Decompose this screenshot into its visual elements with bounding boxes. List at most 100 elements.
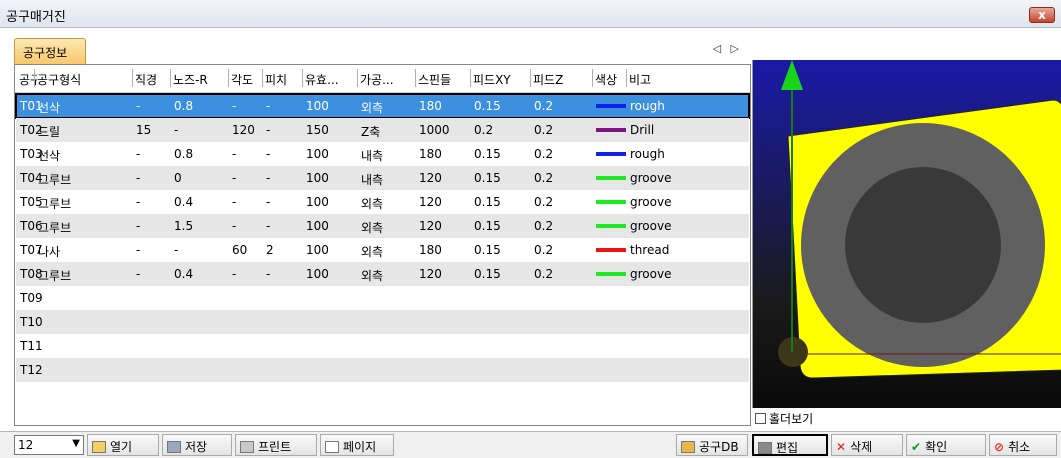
cancel-button[interactable]: ⊘ 취소 xyxy=(989,434,1057,456)
cell-diameter: - xyxy=(136,147,141,161)
cell-effective: 100 xyxy=(306,171,329,185)
header-col-angle[interactable]: 각도 xyxy=(231,71,263,88)
header-separator[interactable] xyxy=(415,69,416,87)
header-separator[interactable] xyxy=(170,69,171,87)
cell-diameter: - xyxy=(136,195,141,209)
checkbox-icon[interactable] xyxy=(755,413,766,424)
header-separator[interactable] xyxy=(357,69,358,87)
tab-tool-info[interactable]: 공구정보 xyxy=(14,38,86,64)
cell-angle: - xyxy=(232,219,237,233)
header-separator[interactable] xyxy=(530,69,531,87)
cell-nose-r: - xyxy=(174,243,179,257)
header-col-color[interactable]: 색상 xyxy=(595,71,627,88)
cell-feed-xy: 0.15 xyxy=(474,99,501,113)
header-separator[interactable] xyxy=(34,69,35,87)
table-row[interactable]: T07 나사 - -60 2 100 외측 180 0.15 0.2 thread xyxy=(16,238,749,262)
close-button[interactable]: x xyxy=(1029,7,1055,23)
header-separator[interactable] xyxy=(228,69,229,87)
cell-feed-z: 0.2 xyxy=(534,219,554,233)
table-row[interactable]: T03 선삭 -0.8- -100 내측 180 0.15 0.2 rough xyxy=(16,142,749,166)
folder-icon xyxy=(92,441,106,453)
tool-count-select[interactable]: 12 ▼ xyxy=(14,435,84,455)
tool-table[interactable]: 공구공구형식직경노즈-R각도피치유효...가공...스핀들피드XY피드Z색상비고… xyxy=(14,64,751,426)
header-col-spindle[interactable]: 스핀들 xyxy=(418,71,470,88)
delete-button[interactable]: ✕ 삭제 xyxy=(831,434,903,456)
window-title: 공구매거진 xyxy=(6,10,66,25)
header-col-feed-xy[interactable]: 피드XY xyxy=(473,71,531,88)
table-row[interactable]: T10 xyxy=(16,310,749,334)
header-col-process[interactable]: 가공... xyxy=(360,71,416,88)
color-swatch xyxy=(596,128,626,132)
header-separator[interactable] xyxy=(470,69,471,87)
header-col-effective[interactable]: 유효... xyxy=(305,71,357,88)
cell-effective: 100 xyxy=(306,243,329,257)
cell-diameter: - xyxy=(136,219,141,233)
cell-spindle: 180 xyxy=(419,147,442,161)
cell-spindle: 1000 xyxy=(419,123,450,137)
cell-type: 나사 xyxy=(38,245,61,259)
page-button[interactable]: 페이지 xyxy=(320,434,394,456)
header-col-type[interactable]: 공구형식 xyxy=(37,71,133,88)
print-button[interactable]: 프린트 xyxy=(235,434,317,456)
cell-nose-r: 0.4 xyxy=(174,267,194,281)
cell-angle: - xyxy=(232,267,237,281)
color-swatch xyxy=(596,272,626,276)
table-row[interactable]: T04 그루브 -0- -100 내측 120 0.15 0.2 groove xyxy=(16,166,749,190)
cell-feed-z: 0.2 xyxy=(534,267,554,281)
header-col-note[interactable]: 비고 xyxy=(629,71,739,88)
table-row[interactable]: T06 그루브 -1.5- -100 외측 120 0.15 0.2 groove xyxy=(16,214,749,238)
cell-feed-xy: 0.15 xyxy=(474,219,501,233)
ok-button[interactable]: ✔ 확인 xyxy=(906,434,986,456)
header-separator[interactable] xyxy=(262,69,263,87)
floppy-icon xyxy=(167,441,181,453)
cell-note: rough xyxy=(630,147,665,161)
header-col-diameter[interactable]: 직경 xyxy=(135,71,171,88)
header-separator[interactable] xyxy=(592,69,593,87)
cell-diameter: - xyxy=(136,171,141,185)
table-row[interactable]: T08 그루브 -0.4- -100 외측 120 0.15 0.2 groove xyxy=(16,262,749,286)
table-row[interactable]: T09 xyxy=(16,286,749,310)
header-col-nose-r[interactable]: 노즈-R xyxy=(173,71,229,88)
cell-process: 외측 xyxy=(361,245,384,259)
cell-nose-r: 1.5 xyxy=(174,219,194,233)
edit-button[interactable]: 편집 xyxy=(752,434,828,456)
table-row[interactable]: T02 드릴 15-120-150 Z축 1000 0.2 0.2 Drill xyxy=(16,118,749,142)
header-separator[interactable] xyxy=(626,69,627,87)
check-icon: ✔ xyxy=(911,440,922,454)
table-row[interactable]: T12 xyxy=(16,358,749,382)
cell-feed-z: 0.2 xyxy=(534,171,554,185)
cell-effective: 100 xyxy=(306,219,329,233)
save-button[interactable]: 저장 xyxy=(162,434,232,456)
header-separator[interactable] xyxy=(302,69,303,87)
color-swatch xyxy=(596,224,626,228)
cell-angle: 60 xyxy=(232,243,248,257)
cell-feed-z: 0.2 xyxy=(534,123,554,137)
cell-pitch: - xyxy=(266,99,271,113)
holder-view-checkbox[interactable]: 홀더보기 xyxy=(755,410,813,427)
edit-icon xyxy=(758,442,772,454)
tool-db-button[interactable]: 공구DB xyxy=(676,434,748,456)
header-separator[interactable] xyxy=(132,69,133,87)
header-col-pitch[interactable]: 피치 xyxy=(265,71,303,88)
tab-strip: 공구정보 ◁ ▷ xyxy=(0,34,752,64)
table-row[interactable]: T01 선삭 -0.8- -100 외측 180 0.15 0.2 rough xyxy=(15,93,750,119)
cell-feed-xy: 0.15 xyxy=(474,147,501,161)
cell-diameter: - xyxy=(136,267,141,281)
cell-diameter: 15 xyxy=(136,123,152,137)
cell-angle: - xyxy=(232,195,237,209)
cell-pitch: - xyxy=(266,147,271,161)
table-header: 공구공구형식직경노즈-R각도피치유효...가공...스핀들피드XY피드Z색상비고 xyxy=(15,65,750,93)
color-swatch xyxy=(596,104,626,108)
tab-scroll-arrows[interactable]: ◁ ▷ xyxy=(713,42,742,55)
cell-tool: T11 xyxy=(20,339,43,353)
cell-type: 그루브 xyxy=(38,173,72,187)
header-col-feed-z[interactable]: 피드Z xyxy=(533,71,591,88)
cell-spindle: 120 xyxy=(419,219,442,233)
table-row[interactable]: T11 xyxy=(16,334,749,358)
cell-effective: 100 xyxy=(306,147,329,161)
open-button[interactable]: 열기 xyxy=(87,434,159,456)
cell-process: 외측 xyxy=(361,221,384,235)
cell-feed-xy: 0.15 xyxy=(474,267,501,281)
cell-effective: 100 xyxy=(306,99,329,113)
table-row[interactable]: T05 그루브 -0.4- -100 외측 120 0.15 0.2 groove xyxy=(16,190,749,214)
